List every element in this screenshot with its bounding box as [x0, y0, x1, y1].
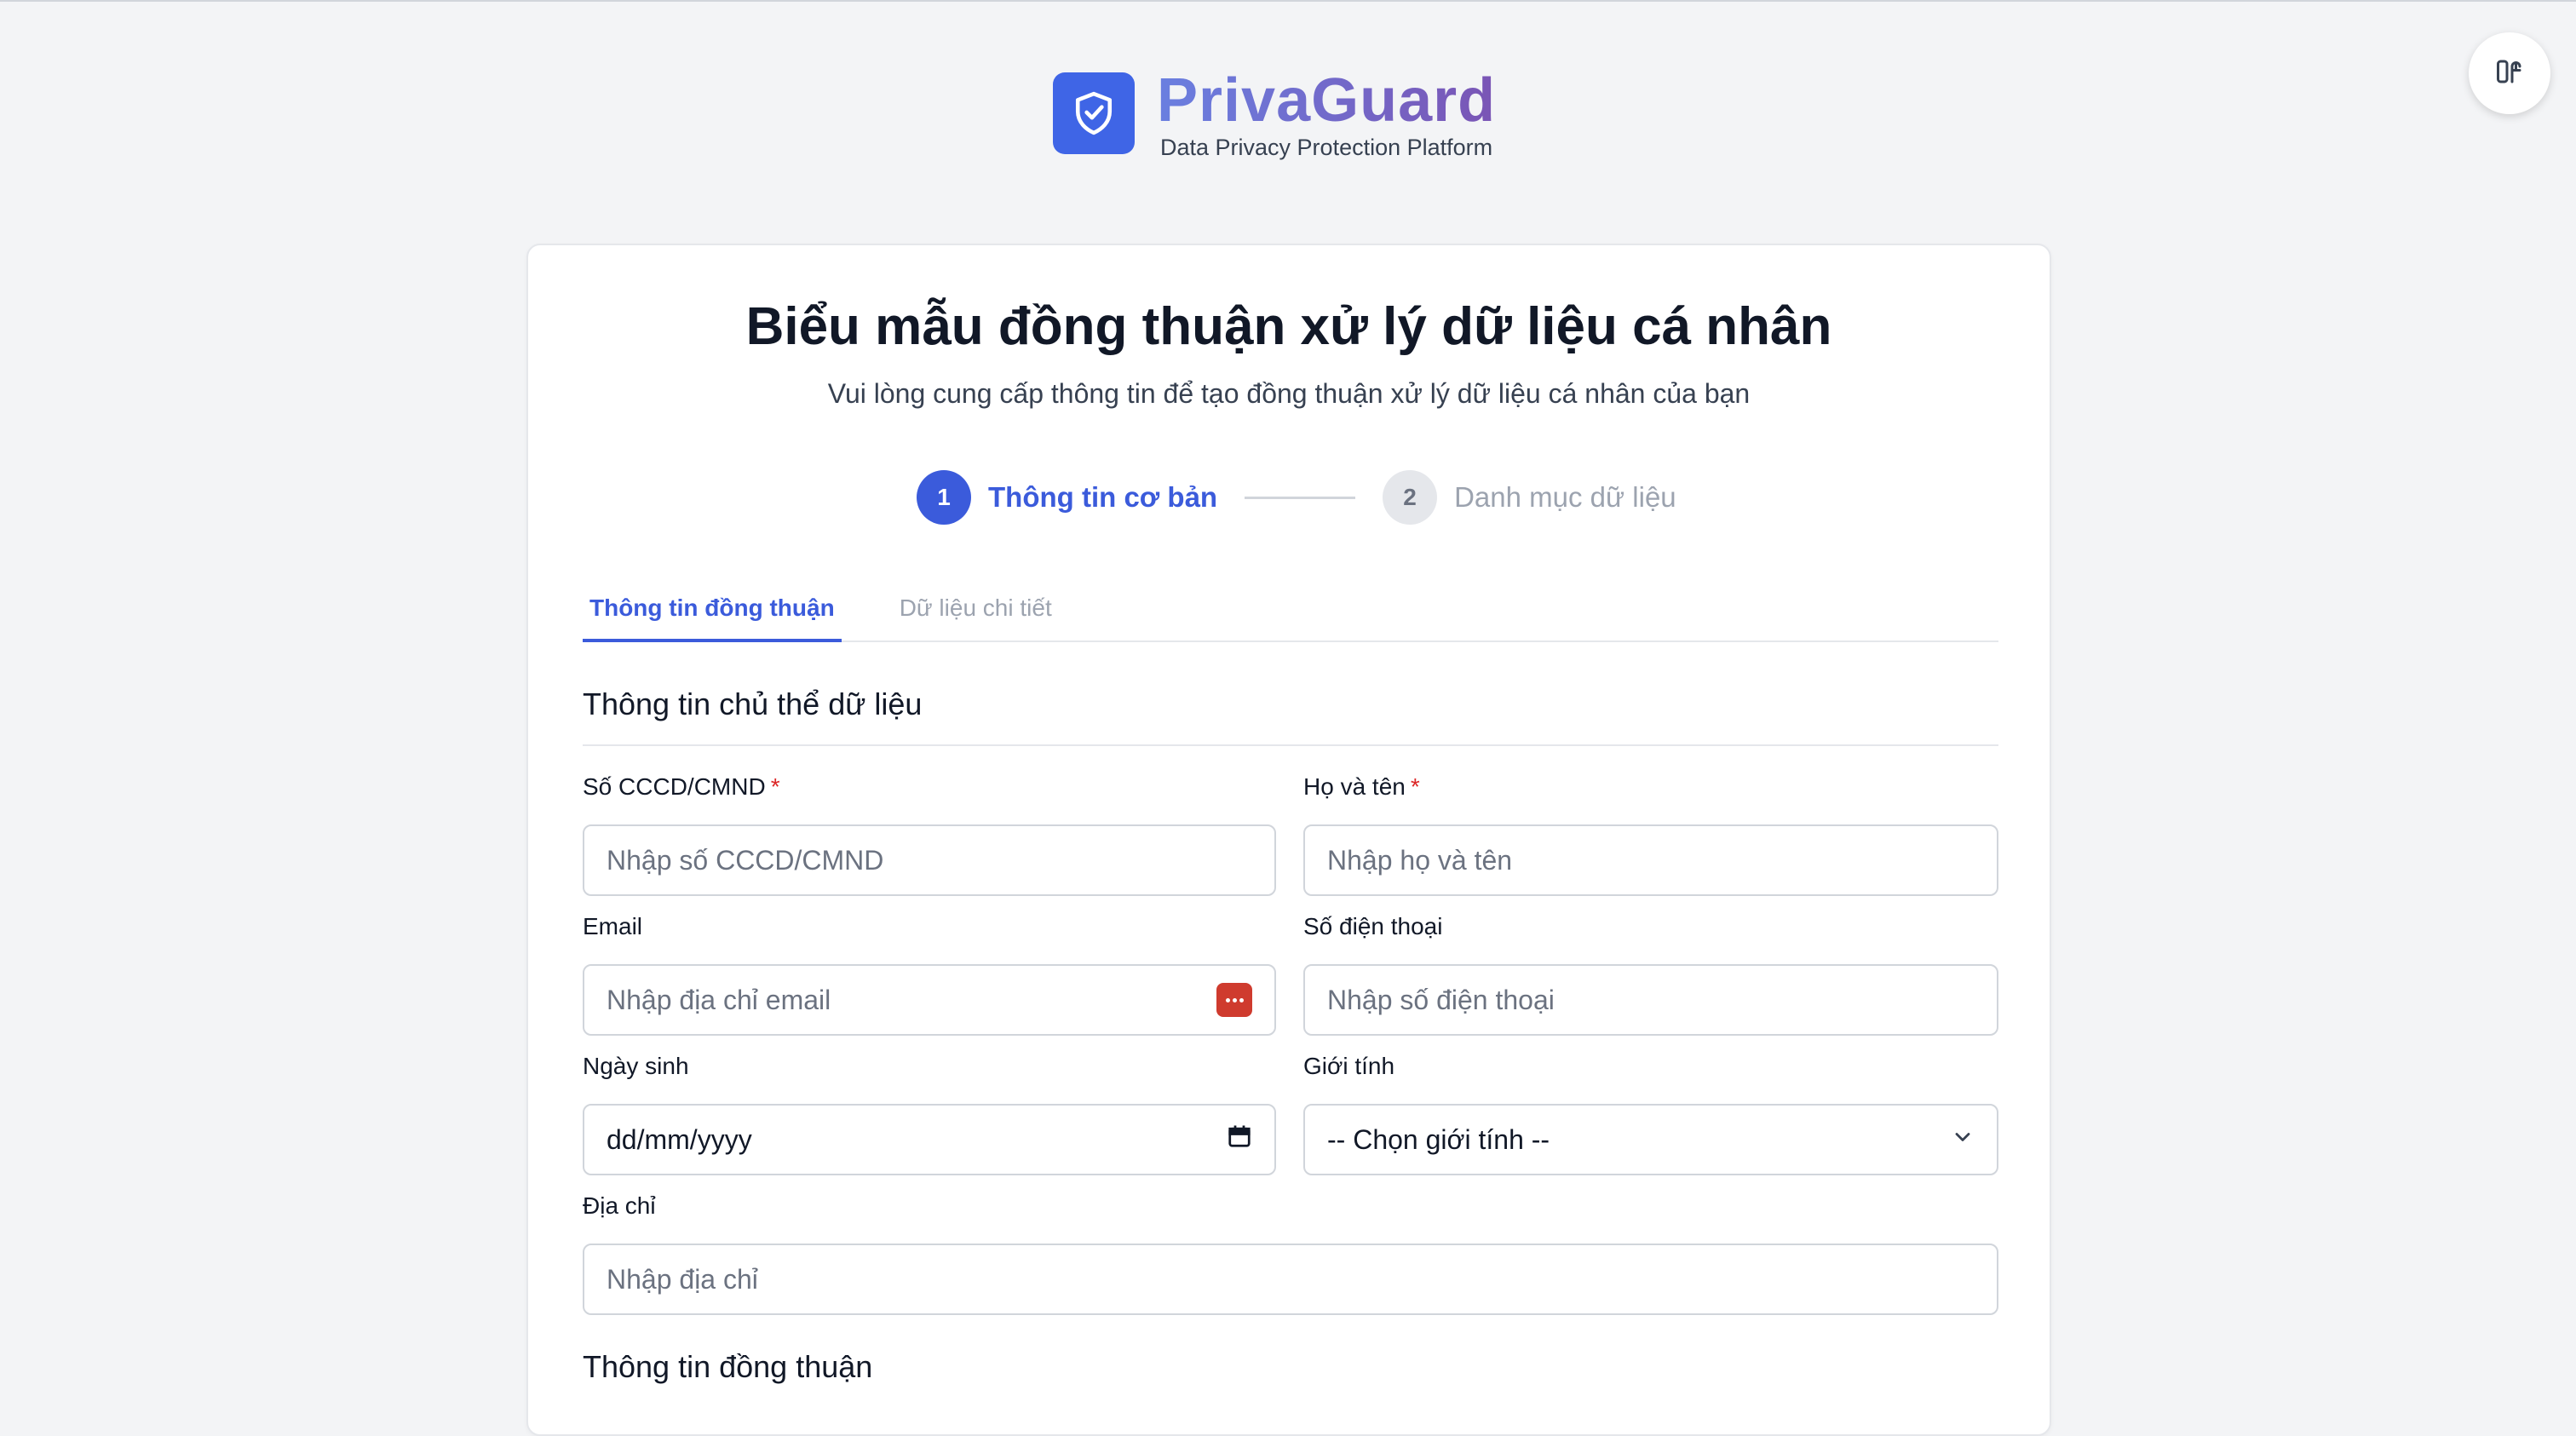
step-number: 1: [917, 470, 971, 525]
dob-field-group: Ngày sinh dd/mm/yyyy: [583, 1053, 1276, 1175]
brand-name: PrivaGuard: [1157, 66, 1497, 135]
date-value: dd/mm/yyyy: [607, 1123, 752, 1155]
email-field-group: Email Nhập địa chỉ email: [583, 913, 1276, 1036]
brand-tagline: Data Privacy Protection Platform: [1160, 135, 1493, 160]
id-number-field-group: Số CCCD/CMND * Nhập số CCCD/CMND: [583, 773, 1276, 896]
address-field-group: Địa chỉ Nhập địa chỉ: [583, 1192, 1998, 1315]
brand-header: PrivaGuard Data Privacy Protection Platf…: [1053, 65, 1496, 161]
gender-field-group: Giới tính -- Chọn giới tính --: [1303, 1053, 1998, 1175]
input-placeholder: Nhập địa chỉ: [607, 1263, 758, 1295]
sidebar-toggle-button[interactable]: [2469, 32, 2550, 114]
section-title-consent-info: Thông tin đồng thuận: [583, 1349, 873, 1384]
step-number: 2: [1383, 470, 1438, 525]
chevron-down-icon: [1951, 1124, 1975, 1156]
sidebar-toggle-icon: [2494, 56, 2525, 91]
tab-consent-info[interactable]: Thông tin đồng thuận: [583, 586, 842, 642]
select-value: -- Chọn giới tính --: [1327, 1123, 1550, 1155]
full-name-field-group: Họ và tên * Nhập họ và tên: [1303, 773, 1998, 896]
input-placeholder: Nhập địa chỉ email: [607, 984, 831, 1015]
step-data-categories[interactable]: 2 Danh mục dữ liệu: [1383, 470, 1676, 525]
consent-form-card: Biểu mẫu đồng thuận xử lý dữ liệu cá nhâ…: [526, 244, 2051, 1436]
window-top-border: [0, 0, 2576, 2]
shield-check-icon: [1053, 72, 1135, 154]
input-placeholder: Nhập họ và tên: [1327, 844, 1513, 876]
section-divider: [583, 744, 1998, 746]
field-label: Địa chỉ: [583, 1192, 656, 1219]
field-label: Số CCCD/CMND *: [583, 773, 780, 800]
required-marker: *: [770, 773, 780, 800]
step-label: Thông tin cơ bản: [988, 481, 1218, 513]
full-name-input[interactable]: Nhập họ và tên: [1303, 824, 1998, 896]
field-label: Ngày sinh: [583, 1053, 689, 1079]
email-input[interactable]: Nhập địa chỉ email: [583, 964, 1276, 1036]
field-label: Giới tính: [1303, 1053, 1395, 1079]
step-label: Danh mục dữ liệu: [1454, 481, 1676, 513]
page-subtitle: Vui lòng cung cấp thông tin để tạo đồng …: [827, 378, 1751, 409]
input-placeholder: Nhập số điện thoại: [1327, 984, 1555, 1015]
tab-detailed-data[interactable]: Dữ liệu chi tiết: [893, 586, 1059, 642]
field-label: Số điện thoại: [1303, 913, 1443, 939]
calendar-icon[interactable]: [1227, 1123, 1252, 1156]
id-number-input[interactable]: Nhập số CCCD/CMND: [583, 824, 1276, 896]
page-title: Biểu mẫu đồng thuận xử lý dữ liệu cá nhâ…: [745, 297, 1832, 356]
section-title-data-subject: Thông tin chủ thể dữ liệu: [583, 686, 923, 721]
input-placeholder: Nhập số CCCD/CMND: [607, 844, 884, 876]
password-manager-icon[interactable]: [1216, 983, 1252, 1017]
dob-date-input[interactable]: dd/mm/yyyy: [583, 1104, 1276, 1175]
gender-select[interactable]: -- Chọn giới tính --: [1303, 1104, 1998, 1175]
phone-input[interactable]: Nhập số điện thoại: [1303, 964, 1998, 1036]
step-connector: [1245, 496, 1356, 499]
step-basic-info[interactable]: 1 Thông tin cơ bản: [917, 470, 1217, 525]
phone-field-group: Số điện thoại Nhập số điện thoại: [1303, 913, 1998, 1036]
required-marker: *: [1410, 773, 1420, 800]
stepper: 1 Thông tin cơ bản 2 Danh mục dữ liệu: [917, 470, 1676, 525]
address-input[interactable]: Nhập địa chỉ: [583, 1244, 1998, 1315]
field-label: Họ và tên *: [1303, 773, 1420, 800]
form-tabs: Thông tin đồng thuận Dữ liệu chi tiết: [583, 586, 1998, 642]
field-label: Email: [583, 913, 643, 939]
